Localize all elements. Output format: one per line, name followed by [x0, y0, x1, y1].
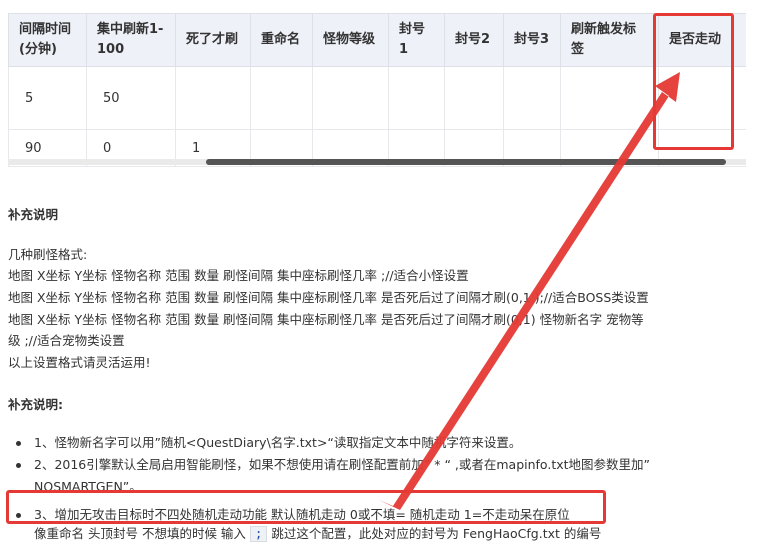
- arrow-shape: [379, 72, 680, 510]
- annotation-arrow: [379, 72, 680, 510]
